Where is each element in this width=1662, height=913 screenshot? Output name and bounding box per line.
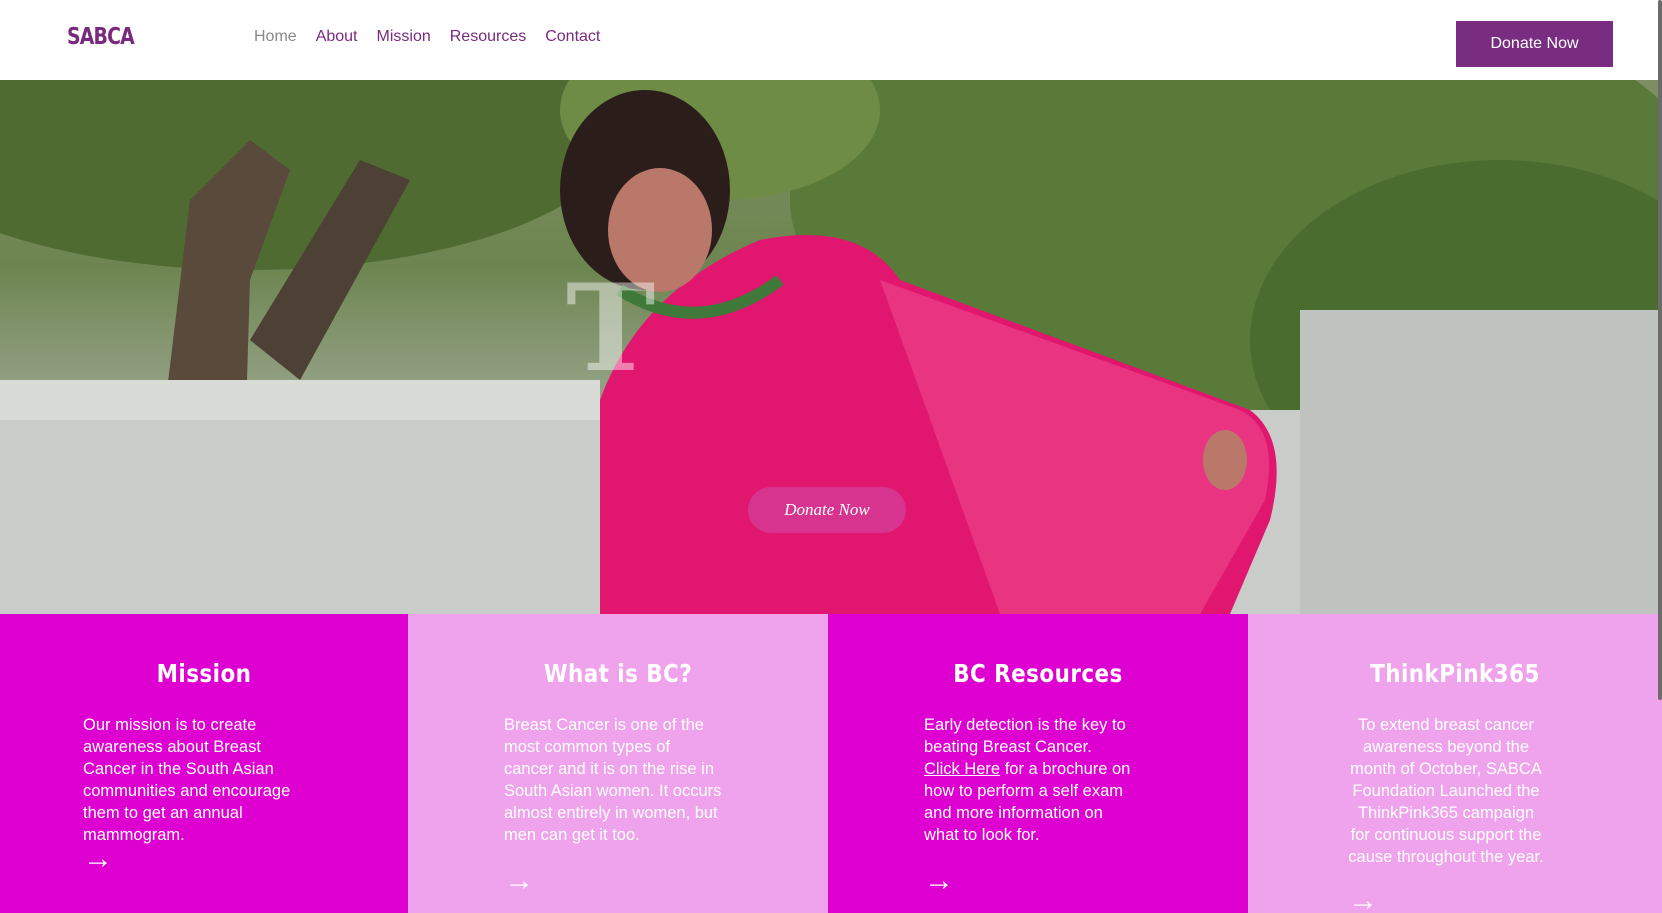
header-donate-button[interactable]: Donate Now xyxy=(1456,21,1613,67)
card-title: Mission xyxy=(156,659,252,688)
hero-donate-button[interactable]: Donate Now xyxy=(748,487,906,533)
card-text: Our mission is to create awareness about… xyxy=(83,716,291,844)
card-what-is-bc: What is BC? Breast Cancer is one of the … xyxy=(408,614,828,913)
arrow-right-icon[interactable]: → xyxy=(924,866,954,896)
card-bc-resources: BC Resources Early detection is the key … xyxy=(828,614,1248,913)
card-text: To extend breast cancer awareness beyond… xyxy=(1348,716,1544,866)
main-nav: Home About Mission Resources Contact xyxy=(254,28,619,46)
card-title: What is BC? xyxy=(543,659,693,688)
info-cards: Mission Our mission is to create awarene… xyxy=(0,614,1662,913)
hero-photo-illustration xyxy=(0,80,1662,614)
card-text-before: Early detection is the key to beating Br… xyxy=(924,716,1126,756)
site-logo[interactable]: SABCA xyxy=(67,24,135,50)
card-title: BC Resources xyxy=(953,659,1123,688)
arrow-right-icon[interactable]: → xyxy=(1348,886,1378,913)
card-thinkpink365: ThinkPink365 To extend breast cancer awa… xyxy=(1248,614,1662,913)
hero-overlay-text: T xyxy=(566,258,656,399)
card-mission: Mission Our mission is to create awarene… xyxy=(0,614,408,913)
arrow-right-icon[interactable]: → xyxy=(504,866,534,896)
site-header: SABCA Home About Mission Resources Conta… xyxy=(0,0,1662,80)
nav-resources[interactable]: Resources xyxy=(450,28,526,46)
nav-about[interactable]: About xyxy=(316,28,358,46)
arrow-right-icon[interactable]: → xyxy=(83,844,113,874)
nav-mission[interactable]: Mission xyxy=(377,28,431,46)
brochure-link[interactable]: Click Here xyxy=(924,760,1000,778)
nav-contact[interactable]: Contact xyxy=(545,28,600,46)
page-scrollbar[interactable] xyxy=(1658,0,1662,700)
hero-image: T Donate Now xyxy=(0,80,1662,614)
card-text: Early detection is the key to beating Br… xyxy=(924,714,1132,846)
card-text: Breast Cancer is one of the most common … xyxy=(504,716,722,844)
nav-home[interactable]: Home xyxy=(254,28,297,46)
card-title: ThinkPink365 xyxy=(1370,659,1540,688)
